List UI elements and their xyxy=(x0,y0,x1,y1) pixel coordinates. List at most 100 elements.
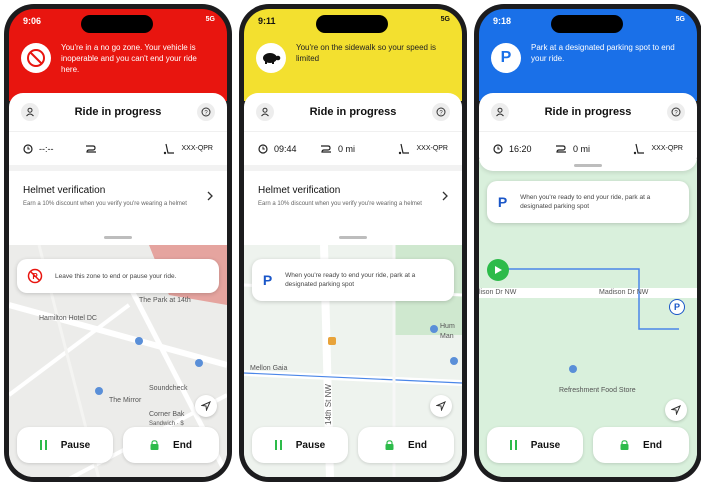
dynamic-island xyxy=(316,15,388,33)
recenter-button[interactable] xyxy=(665,399,687,421)
action-bar: Pause End xyxy=(252,427,454,463)
route-icon xyxy=(321,144,331,153)
ride-stats: 16:20 0 mi XXX-QPR xyxy=(479,131,697,165)
pause-label: Pause xyxy=(60,439,91,451)
poi-marker[interactable] xyxy=(135,337,143,345)
action-bar: Pause End xyxy=(17,427,219,463)
pause-label: Pause xyxy=(530,439,561,451)
helmet-verification-row[interactable]: Helmet verification Earn a 10% discount … xyxy=(244,165,462,221)
parking-icon: P xyxy=(491,43,521,73)
profile-button[interactable] xyxy=(256,103,274,121)
vehicle-id: XXX-QPR xyxy=(163,143,213,155)
help-button[interactable]: ? xyxy=(197,103,215,121)
user-location-marker xyxy=(487,259,509,281)
person-icon xyxy=(26,107,34,117)
sheet-grabber[interactable] xyxy=(574,164,602,167)
dynamic-island xyxy=(551,15,623,33)
clock-icon xyxy=(258,143,268,154)
map-label: The Mirror xyxy=(109,397,142,404)
helmet-verification-row[interactable]: Helmet verification Earn a 10% discount … xyxy=(9,165,227,221)
ride-time: --:-- xyxy=(23,144,85,154)
ride-card: Ride in progress ? 16:20 0 mi XXX-QPR xyxy=(479,93,697,171)
page-title: Ride in progress xyxy=(309,106,397,118)
map-label: The Park at 14th xyxy=(139,297,191,304)
scooter-icon xyxy=(634,143,645,154)
ride-distance-value: 0 mi xyxy=(573,143,591,154)
status-signal: 5G xyxy=(440,16,450,23)
parking-spot-marker[interactable]: P xyxy=(669,299,685,315)
parking-info-card: P When you're ready to end your ride, pa… xyxy=(487,181,689,223)
ride-card: Ride in progress ? --:-- XXX-QPR Helmet … xyxy=(9,93,227,245)
map-label: Man xyxy=(440,333,454,340)
turtle-icon xyxy=(256,43,286,73)
chevron-right-icon xyxy=(442,191,448,201)
ride-card: Ride in progress ? 09:44 0 mi XXX-QPR He… xyxy=(244,93,462,245)
recenter-button[interactable] xyxy=(430,395,452,417)
dynamic-island xyxy=(81,15,153,33)
info-text: Leave this zone to end or pause your rid… xyxy=(55,272,177,280)
ride-time-value: 09:44 xyxy=(274,143,297,154)
navigation-arrow-icon xyxy=(495,266,502,274)
pause-button[interactable]: Pause xyxy=(487,427,583,463)
no-parking-icon: P xyxy=(27,268,43,284)
profile-button[interactable] xyxy=(21,103,39,121)
status-time: 9:11 xyxy=(258,16,276,26)
sheet-grabber[interactable] xyxy=(339,236,367,239)
question-icon: ? xyxy=(201,107,211,117)
map-label: Refreshment Food Store xyxy=(559,387,636,394)
ride-card-header: Ride in progress ? xyxy=(244,93,462,131)
page-title: Ride in progress xyxy=(74,106,162,118)
map-label: 14th St NW xyxy=(324,384,333,425)
route-icon xyxy=(86,144,96,153)
page-title: Ride in progress xyxy=(544,106,632,118)
person-icon xyxy=(496,107,504,117)
end-button[interactable]: End xyxy=(593,427,689,463)
poi-marker[interactable] xyxy=(450,357,458,365)
pause-button[interactable]: Pause xyxy=(17,427,113,463)
end-button[interactable]: End xyxy=(358,427,454,463)
action-bar: Pause End xyxy=(487,427,689,463)
helmet-subtitle: Earn a 10% discount when you verify you'… xyxy=(258,201,422,207)
screen: The Park at 14th Hamilton Hotel DC Sound… xyxy=(9,9,227,477)
ride-time-value: --:-- xyxy=(39,143,54,154)
sheet-grabber[interactable] xyxy=(104,236,132,239)
pause-button[interactable]: Pause xyxy=(252,427,348,463)
helmet-title: Helmet verification xyxy=(258,185,341,196)
poi-marker[interactable] xyxy=(430,325,438,333)
profile-button[interactable] xyxy=(491,103,509,121)
status-time: 9:06 xyxy=(23,16,42,26)
ride-card-header: Ride in progress ? xyxy=(479,93,697,131)
ride-time: 16:20 xyxy=(493,144,555,154)
pause-label: Pause xyxy=(295,439,326,451)
phone-parking: lison Dr NW Madison Dr NW Refreshment Fo… xyxy=(474,4,701,482)
banner-message: You're in a no go zone. Your vehicle is … xyxy=(61,43,197,74)
vehicle-id: XXX-QPR xyxy=(633,143,683,155)
poi-marker[interactable] xyxy=(569,365,577,373)
end-button[interactable]: End xyxy=(123,427,219,463)
zone-info-card: P Leave this zone to end or pause your r… xyxy=(17,259,219,293)
end-label: End xyxy=(408,439,427,451)
ride-distance xyxy=(85,144,143,154)
scooter-icon xyxy=(399,143,410,154)
parking-icon: P xyxy=(262,272,273,288)
banner-message: Park at a designated parking spot to end… xyxy=(531,43,675,63)
end-label: End xyxy=(173,439,192,451)
chevron-right-icon xyxy=(207,191,213,201)
helmet-subtitle: Earn a 10% discount when you verify you'… xyxy=(23,201,187,207)
poi-marker[interactable] xyxy=(195,359,203,367)
person-icon xyxy=(261,107,269,117)
question-icon: ? xyxy=(436,107,446,117)
pause-icon xyxy=(39,440,47,450)
map-label: Mellon Gaia xyxy=(250,365,288,372)
parking-info-card: P When you're ready to end your ride, pa… xyxy=(252,259,454,301)
help-button[interactable]: ? xyxy=(667,103,685,121)
recenter-button[interactable] xyxy=(195,395,217,417)
vehicle-id-value: XXX-QPR xyxy=(416,145,448,152)
help-button[interactable]: ? xyxy=(432,103,450,121)
map-label: Hamilton Hotel DC xyxy=(39,315,97,322)
poi-marker[interactable] xyxy=(95,387,103,395)
parking-icon: P xyxy=(497,194,508,210)
map-label: Soundcheck xyxy=(149,385,188,392)
ride-stats: --:-- XXX-QPR xyxy=(9,131,227,165)
location-arrow-icon xyxy=(436,401,446,411)
